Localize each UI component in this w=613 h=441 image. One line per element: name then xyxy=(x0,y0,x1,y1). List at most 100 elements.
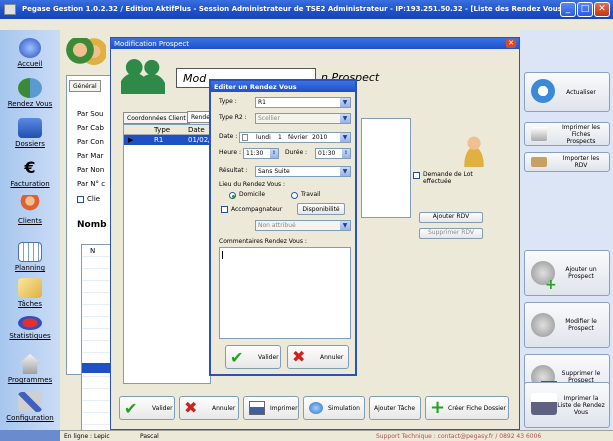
nav-item-facturation[interactable]: € Facturation xyxy=(0,158,60,188)
disponibilite-button[interactable]: Disponibilité xyxy=(297,203,345,215)
text-caret xyxy=(222,251,223,259)
duree-value: 01:30 xyxy=(318,150,336,157)
date-checkbox[interactable] xyxy=(242,134,248,141)
tab-coordonnees[interactable]: Coordonnées Client xyxy=(123,112,190,124)
rdv-row[interactable]: ▶ R1 01/02/2 xyxy=(124,135,215,145)
type2-select[interactable]: Scellier ▼ xyxy=(255,113,351,124)
nav-item-planning[interactable]: Planning xyxy=(0,242,60,272)
filter-2[interactable]: Par Cab xyxy=(77,124,104,132)
travail-radio[interactable] xyxy=(291,192,298,199)
user-icon xyxy=(457,133,491,167)
imprimer-fiches-button[interactable]: Imprimer les Fiches Prospects xyxy=(524,122,610,146)
clients-checkbox[interactable] xyxy=(77,196,84,203)
nav-item-dossiers[interactable]: Dossiers xyxy=(0,118,60,148)
domicile-label: Domicile xyxy=(239,191,266,198)
ajouter-prospect-label: Ajouter un Prospect xyxy=(565,266,597,280)
ajouter-tache-button[interactable]: Ajouter Tâche xyxy=(369,396,421,420)
dialog-annuler-button[interactable]: ✖ Annuler xyxy=(287,345,349,369)
nav-label: Programmes xyxy=(7,376,53,384)
prospect-modal-close-button[interactable]: ✕ xyxy=(506,39,516,48)
printer-icon xyxy=(531,127,547,141)
actualiser-button[interactable]: Actualiser xyxy=(524,72,610,112)
imprimer-liste-button[interactable]: Imprimer la Liste de Rendez Vous xyxy=(524,382,610,428)
filter-1[interactable]: Par Sou xyxy=(77,110,103,118)
simulation-button[interactable]: Simulation xyxy=(303,396,365,420)
maximize-button[interactable]: □ xyxy=(577,2,593,17)
window-title: Pegase Gestion 1.0.2.32 / Edition AktifP… xyxy=(22,5,566,13)
supprimer-rdv-button[interactable]: Supprimer RDV xyxy=(419,228,483,239)
house-icon xyxy=(18,354,42,374)
tools-icon xyxy=(18,392,42,412)
heure-spinner[interactable]: 11:30 ⇕ xyxy=(243,148,279,159)
valider-button[interactable]: ✔ Valider xyxy=(119,396,175,420)
filter-6[interactable]: Par N° c xyxy=(77,180,105,188)
type2-label: Type R2 : xyxy=(219,114,247,121)
modifier-prospect-button[interactable]: Modifier le Prospect xyxy=(524,302,610,348)
date-day: lundi xyxy=(256,134,271,141)
add-green-icon: + xyxy=(430,397,446,418)
dialog-annuler-label: Annuler xyxy=(320,354,344,361)
printer-small-icon xyxy=(249,401,265,415)
nav-item-clients[interactable]: Clients xyxy=(0,195,60,225)
refresh-icon xyxy=(531,79,555,103)
duree-spinner[interactable]: 01:30 ⇕ xyxy=(315,148,351,159)
nav-label: Clients xyxy=(18,217,42,225)
dialog-valider-button[interactable]: ✔ Valider xyxy=(225,345,281,369)
nav-item-configuration[interactable]: Configuration xyxy=(0,392,60,422)
spinner-icon[interactable]: ⇕ xyxy=(342,149,350,158)
nav-item-taches[interactable]: Tâches xyxy=(0,278,60,308)
chevron-down-icon: ▼ xyxy=(340,98,350,107)
nav-item-accueil[interactable]: Accueil xyxy=(0,38,60,68)
filter-5[interactable]: Par Non xyxy=(77,166,104,174)
date-picker[interactable]: lundi 1 février 2010 ▼ xyxy=(239,132,351,143)
nav-label: Dossiers xyxy=(15,140,45,148)
imprimer-button[interactable]: Imprimer xyxy=(243,396,299,420)
plus-icon: + xyxy=(545,277,557,293)
modifier-prospect-label: Modifier le Prospect xyxy=(565,318,597,332)
nav-label: Accueil xyxy=(17,60,43,68)
demande-lot-label: Demande de Lot effectuée xyxy=(423,171,473,185)
nav-item-programmes[interactable]: Programmes xyxy=(0,354,60,384)
rdv-table[interactable]: Type Date et I ▶ R1 01/02/2 xyxy=(123,124,215,384)
filter-3[interactable]: Par Con xyxy=(77,138,104,146)
filter-4[interactable]: Par Mar xyxy=(77,152,104,160)
status-left: En ligne : Lepic xyxy=(64,433,110,440)
date-year: 2010 xyxy=(312,134,328,141)
tab-general[interactable]: Général xyxy=(69,80,101,92)
spinner-icon[interactable]: ⇕ xyxy=(270,149,278,158)
grid-col-header: N xyxy=(90,247,96,255)
importer-rdv-button[interactable]: Importer les RDV xyxy=(524,152,610,172)
ajouter-prospect-button[interactable]: + Ajouter un Prospect xyxy=(524,250,610,296)
nav-item-rendez-vous[interactable]: Rendez Vous xyxy=(0,78,60,108)
edit-rdv-dialog: Editer un Rendez Vous Type : R1 ▼ Type R… xyxy=(209,79,357,376)
chevron-down-icon: ▼ xyxy=(340,221,350,230)
accompagnateur-label: Accompagnateur xyxy=(231,206,283,213)
domicile-radio[interactable] xyxy=(229,192,236,199)
date-num: 1 xyxy=(278,134,282,141)
imprimer-label: Imprimer xyxy=(270,405,298,412)
annuler-button[interactable]: ✖ Annuler xyxy=(179,396,239,420)
type-select[interactable]: R1 ▼ xyxy=(255,97,351,108)
task-icon xyxy=(18,278,42,298)
nav-label: Rendez Vous xyxy=(7,100,53,108)
search-panel: Général Par Sou Par Cab Par Con Par Mar … xyxy=(66,75,116,434)
ajouter-tache-label: Ajouter Tâche xyxy=(374,405,416,412)
edit-rdv-dialog-title: Editer un Rendez Vous xyxy=(211,81,355,92)
demande-lot-checkbox[interactable] xyxy=(413,172,420,179)
nav-label: Configuration xyxy=(6,414,54,422)
nav-label: Statistiques xyxy=(9,332,51,340)
resultat-select[interactable]: Sans Suite ▼ xyxy=(255,166,351,177)
minimize-button[interactable]: _ xyxy=(560,2,576,17)
lieu-label: Lieu du Rendez Vous : xyxy=(219,181,286,188)
creer-fiche-button[interactable]: + Créer Fiche Dossier xyxy=(425,396,509,420)
commentaires-textarea[interactable] xyxy=(219,247,351,339)
nombre-label: Nomb xyxy=(77,220,107,230)
close-button[interactable]: ✕ xyxy=(594,2,610,17)
accompagnateur-select[interactable]: Non attribué ▼ xyxy=(255,220,351,231)
simulation-label: Simulation xyxy=(328,405,360,412)
accompagnateur-checkbox[interactable] xyxy=(221,206,228,213)
nav-item-statistiques[interactable]: Statistiques xyxy=(0,316,60,340)
resultat-value: Sans Suite xyxy=(258,168,290,175)
client-icon xyxy=(18,195,42,215)
ajouter-rdv-button[interactable]: Ajouter RDV xyxy=(419,212,483,223)
